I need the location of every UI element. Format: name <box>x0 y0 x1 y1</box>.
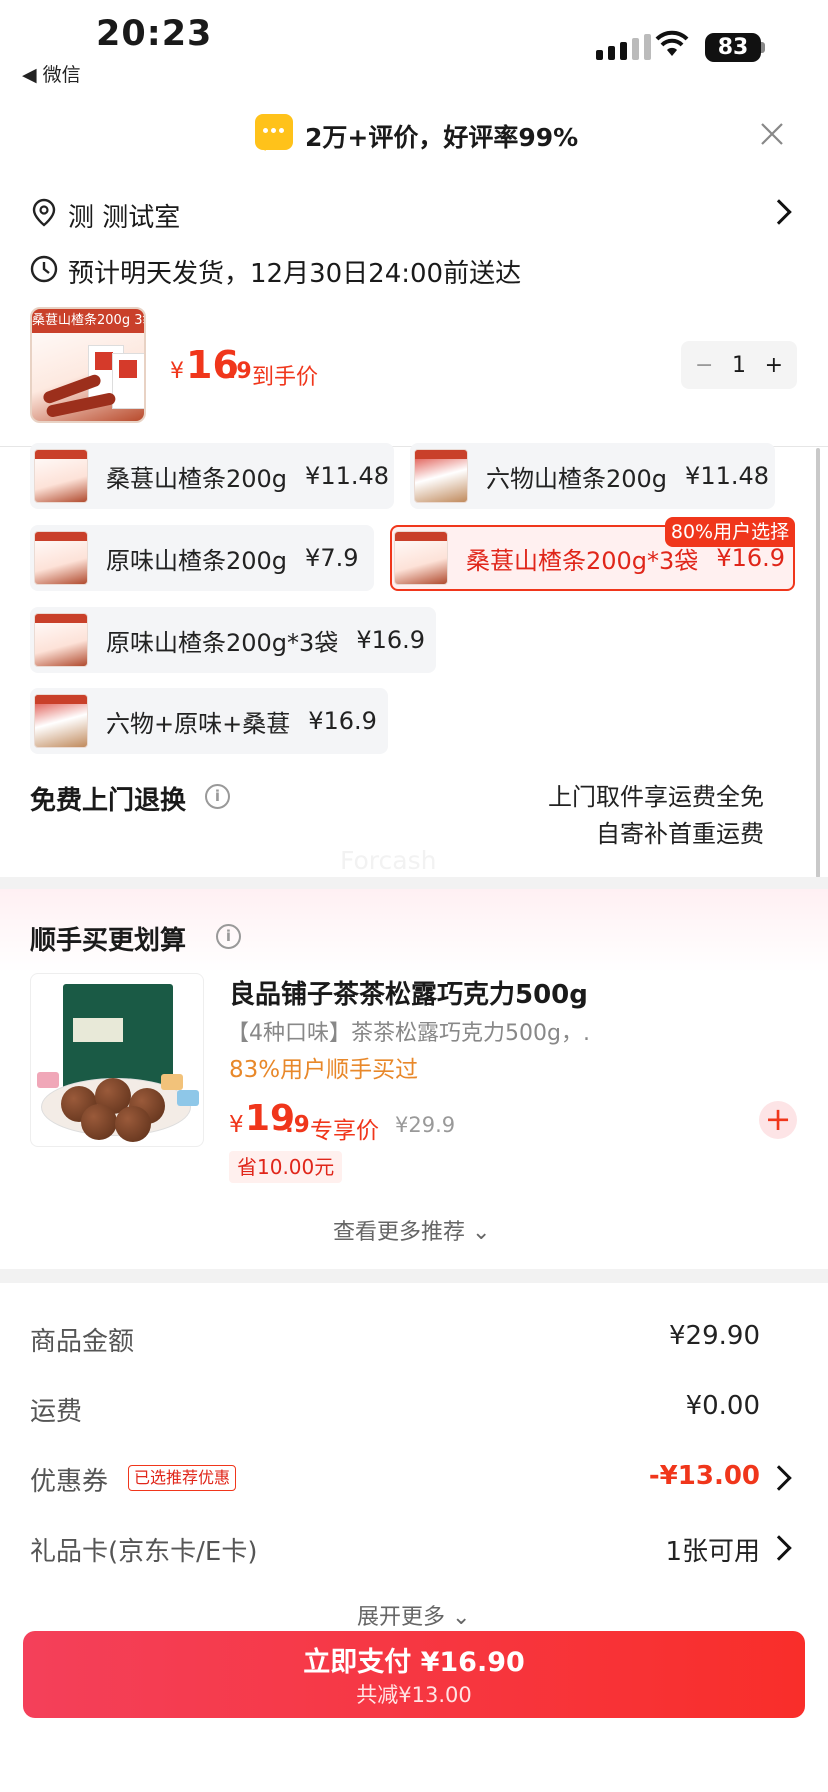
clock-icon <box>30 255 58 283</box>
upsell-product-image[interactable] <box>30 973 204 1147</box>
expand-more-link[interactable]: 展开更多 ⌄ <box>357 1599 470 1631</box>
gift-card-label: 礼品卡(京东卡/E卡) <box>30 1537 258 1567</box>
back-to-wechat[interactable]: ◀ 微信 <box>22 60 81 87</box>
freight-label: 运费 <box>30 1397 83 1427</box>
upsell-old-price: ¥29.9 <box>395 1113 456 1137</box>
delivery-estimate: 预计明天发货，12月30日24:00前送达 <box>68 259 522 289</box>
spec-name: 原味山楂条200g <box>106 546 288 575</box>
spec-thumbnail <box>394 531 448 585</box>
free-return-title: 免费上门退换 <box>30 786 187 816</box>
spec-thumbnail <box>34 613 88 667</box>
spec-price: ¥16.9 <box>716 544 786 572</box>
status-time: 20:23 <box>96 14 213 54</box>
spec-price: ¥16.9 <box>356 626 426 654</box>
upsell-title: 顺手买更划算 <box>30 926 187 956</box>
spec-option[interactable]: 六物山楂条200g ¥11.48 <box>410 443 775 509</box>
gift-card-value[interactable]: 1张可用 <box>665 1531 760 1568</box>
coupon-recommended-tag: 已选推荐优惠 <box>128 1465 237 1491</box>
spec-price: ¥16.9 <box>308 707 377 735</box>
gift-card-chevron-right-icon[interactable] <box>766 1535 792 1561</box>
upsell-product-name[interactable]: 良品铺子茶茶松露巧克力500g <box>229 974 588 1011</box>
spec-thumbnail <box>34 531 88 585</box>
upsell-product-desc: 【4种口味】茶茶松露巧克力500g，. <box>227 1021 590 1046</box>
battery-tip <box>761 42 765 53</box>
quantity-value[interactable]: 1 <box>732 353 746 378</box>
goods-amount-label: 商品金额 <box>30 1327 135 1357</box>
battery-icon: 83 <box>705 33 761 62</box>
pay-now-label[interactable]: 立即支付 ¥16.90 <box>23 1640 805 1679</box>
spec-name: 六物+原味+桑葚 <box>106 709 291 738</box>
spec-thumbnail <box>34 449 88 503</box>
add-upsell-button[interactable]: + <box>759 1101 797 1139</box>
upsell-price-currency: ¥ <box>229 1112 244 1138</box>
review-summary: 2万+评价，好评率99% <box>305 123 579 152</box>
upsell-purchase-rate: 83%用户顺手买过 <box>229 1057 419 1083</box>
spec-name: 六物山楂条200g <box>486 464 668 493</box>
spec-price: ¥7.9 <box>305 544 359 572</box>
product-thumbnail: 桑葚山楂条200g 3袋 <box>30 307 146 423</box>
coupon-chevron-right-icon[interactable] <box>766 1465 792 1491</box>
upsell-price-tag: 专享价 <box>310 1118 379 1144</box>
price-decimal: .9 <box>228 359 252 384</box>
increase-button[interactable]: + <box>765 353 783 378</box>
return-policy-line1: 上门取件享运费全免 <box>548 783 764 811</box>
coupon-label: 优惠券 <box>30 1467 109 1497</box>
spec-price: ¥11.48 <box>685 462 770 490</box>
scrollbar[interactable] <box>816 448 820 878</box>
spec-thumbnail <box>34 694 88 748</box>
spec-price: ¥11.48 <box>305 462 390 490</box>
spec-option[interactable]: 桑葚山楂条200g ¥11.48 <box>30 443 394 509</box>
upsell-price-decimal: .9 <box>285 1112 310 1138</box>
info-icon[interactable]: i <box>205 784 230 809</box>
freight-value: ¥0.00 <box>685 1391 760 1421</box>
thumbnail-tag: 桑葚山楂条200g 3袋 <box>32 309 144 333</box>
spec-name: 桑葚山楂条200g <box>106 464 288 493</box>
location-pin-icon <box>32 198 56 227</box>
address-chevron-right-icon[interactable] <box>766 199 792 225</box>
delivery-address[interactable]: 测 测试室 <box>68 197 180 234</box>
spec-option[interactable]: 原味山楂条200g ¥7.9 <box>30 525 374 591</box>
review-chat-icon <box>255 114 293 151</box>
coupon-value[interactable]: -¥13.00 <box>649 1461 760 1491</box>
section-gap <box>0 1269 828 1283</box>
popular-choice-badge: 80%用户选择 <box>665 517 795 547</box>
spec-name: 原味山楂条200g*3袋 <box>106 628 339 657</box>
spec-name: 桑葚山楂条200g*3袋 <box>466 546 699 575</box>
spec-option[interactable]: 原味山楂条200g*3袋 ¥16.9 <box>30 607 436 673</box>
wifi-icon <box>655 30 689 56</box>
close-icon[interactable] <box>756 118 788 150</box>
more-recommendations-link[interactable]: 查看更多推荐 ⌄ <box>333 1214 490 1246</box>
upsell-savings-badge: 省10.00元 <box>229 1151 343 1183</box>
decrease-button[interactable]: − <box>695 353 713 378</box>
watermark: Forcash <box>340 846 437 875</box>
quantity-stepper: − 1 + <box>681 341 797 389</box>
price-note: 到手价 <box>252 365 319 390</box>
upsell-info-icon[interactable]: i <box>216 924 241 949</box>
section-gap <box>0 877 828 889</box>
price-currency: ¥ <box>170 359 184 384</box>
goods-amount-value: ¥29.90 <box>669 1321 760 1351</box>
pay-discount-label: 共减¥13.00 <box>356 1683 472 1707</box>
spec-option[interactable]: 六物+原味+桑葚 ¥16.9 <box>30 688 388 754</box>
spec-thumbnail <box>414 449 468 503</box>
cellular-signal-icon <box>596 34 651 60</box>
return-policy-line2: 自寄补首重运费 <box>596 820 764 848</box>
